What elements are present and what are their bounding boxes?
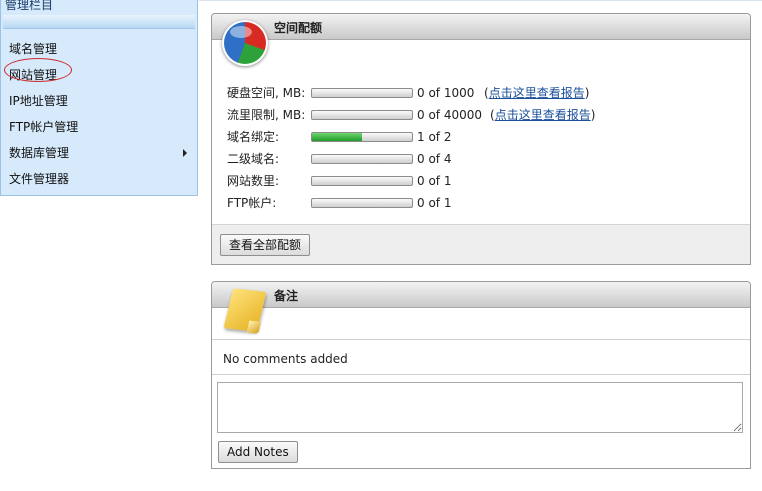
- sidebar-item-ip[interactable]: IP地址管理: [9, 93, 193, 109]
- quota-label: 域名绑定:: [227, 130, 280, 144]
- quota-row-traffic: 流里限制, MB: 0 of 40000 (点击这里查看报告): [227, 107, 747, 123]
- quota-label: 硬盘空间, MB:: [227, 86, 306, 100]
- sidebar-item-database[interactable]: 数据库管理: [9, 145, 193, 161]
- notes-panel-header: 备注: [212, 282, 750, 308]
- quota-value: 0 of 1000: [417, 86, 475, 100]
- quota-label: 网站数里:: [227, 174, 280, 188]
- notes-textarea[interactable]: [217, 382, 743, 433]
- report-link-wrapper: (点击这里查看报告): [484, 86, 590, 100]
- quota-panel-footer: 查看全部配额: [212, 224, 750, 264]
- sidebar-header-bar: [3, 15, 195, 29]
- chevron-right-icon: [183, 149, 187, 157]
- sidebar-item-ftp[interactable]: FTP帐户管理: [9, 119, 193, 135]
- view-all-quotas-button[interactable]: 查看全部配额: [220, 234, 311, 256]
- quota-progress-bar: [311, 154, 413, 164]
- quota-row-sites: 网站数里: 0 of 1: [227, 173, 747, 189]
- notes-panel: 备注 No comments added Add Notes: [211, 281, 751, 469]
- quota-label: 流里限制, MB:: [227, 108, 306, 122]
- quota-panel-header: 空间配额: [212, 14, 750, 40]
- quota-value: 0 of 1: [417, 196, 452, 210]
- quota-progress-bar: [311, 132, 413, 142]
- sidebar-item-file-manager[interactable]: 文件管理器: [9, 171, 193, 187]
- sidebar-title: 管理栏目: [5, 0, 54, 12]
- quota-row-ftp: FTP帐户: 0 of 1: [227, 195, 747, 211]
- report-link-disk[interactable]: 点击这里查看报告: [489, 86, 585, 100]
- sidebar-item-label: 文件管理器: [9, 172, 70, 186]
- quota-label: 二级域名:: [227, 152, 280, 166]
- sidebar-item-domain[interactable]: 域名管理: [9, 41, 193, 57]
- sidebar-item-label: 数据库管理: [9, 146, 70, 160]
- quota-row-subdomain: 二级域名: 0 of 4: [227, 151, 747, 167]
- quota-value: 0 of 40000: [417, 108, 483, 122]
- quota-row-disk: 硬盘空间, MB: 0 of 1000 (点击这里查看报告): [227, 85, 747, 101]
- sidebar-item-label: 域名管理: [9, 42, 58, 56]
- report-link-wrapper: (点击这里查看报告): [490, 108, 596, 122]
- quota-progress-bar: [311, 88, 413, 98]
- notes-panel-title: 备注: [274, 289, 299, 303]
- sidebar-item-label: FTP帐户管理: [9, 120, 79, 134]
- highlight-circle-annotation: [4, 58, 72, 82]
- quota-value: 0 of 1: [417, 174, 452, 188]
- quota-value: 0 of 4: [417, 152, 452, 166]
- report-link-traffic[interactable]: 点击这里查看报告: [495, 108, 591, 122]
- quota-panel: 空间配额 硬盘空间, MB: 0 of 1000 (点击这里查看报告) 流里限制…: [211, 13, 751, 265]
- comments-list: No comments added: [212, 339, 750, 375]
- quota-progress-bar: [311, 176, 413, 186]
- sidebar: 管理栏目 域名管理 网站管理 IP地址管理 FTP帐户管理 数据库管理 文件管理…: [0, 0, 198, 196]
- quota-progress-bar: [311, 110, 413, 120]
- no-comments-text: No comments added: [223, 352, 348, 366]
- pie-chart-icon: [222, 20, 268, 66]
- quota-value: 1 of 2: [417, 130, 452, 144]
- add-notes-button[interactable]: Add Notes: [218, 441, 298, 463]
- quota-panel-title: 空间配额: [274, 21, 323, 35]
- sidebar-item-label: IP地址管理: [9, 94, 68, 108]
- quota-row-domain-binding: 域名绑定: 1 of 2: [227, 129, 747, 145]
- quota-progress-bar: [311, 198, 413, 208]
- quota-progress-fill: [312, 133, 362, 141]
- quota-label: FTP帐户:: [227, 196, 277, 210]
